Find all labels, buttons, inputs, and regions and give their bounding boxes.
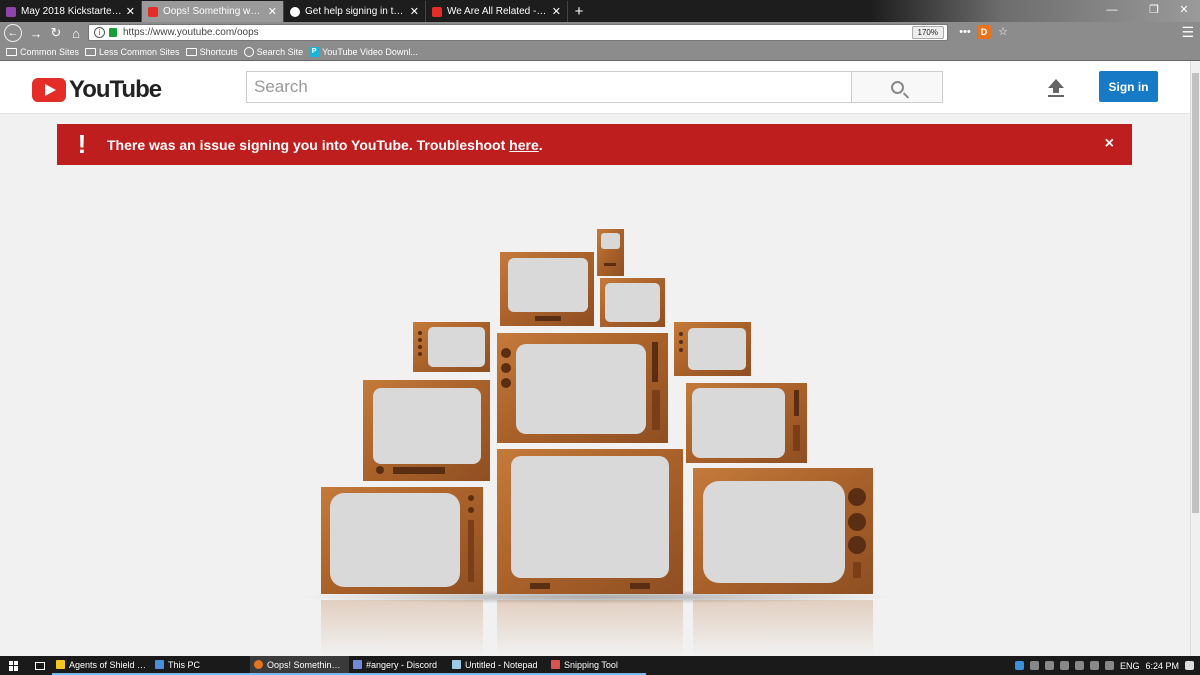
taskbar-item-label: Oops! Something we... <box>267 659 345 670</box>
windows-start-icon[interactable] <box>0 656 28 675</box>
maximize-icon[interactable]: ❐ <box>1140 0 1168 20</box>
firefox-icon <box>254 660 263 669</box>
tv-bottom-center <box>497 449 683 594</box>
tv-small-left <box>413 322 490 372</box>
page-scrollbar[interactable] <box>1190 61 1200 657</box>
taskbar-item-label: Agents of Shield S05 ... <box>69 659 147 670</box>
volume-icon[interactable] <box>1089 661 1099 670</box>
notepad-icon <box>452 660 461 669</box>
taskbar-item-this-pc[interactable]: This PC <box>151 656 250 675</box>
folder-icon <box>56 660 65 669</box>
tv-top-right <box>600 278 665 327</box>
tv-bottom-left <box>321 487 483 594</box>
dropbox-icon[interactable] <box>1014 661 1024 670</box>
hamburger-menu-icon[interactable]: ☰ <box>1181 24 1194 41</box>
taskbar-item-discord[interactable]: #angery - Discord <box>349 656 448 675</box>
battery-icon[interactable] <box>1059 661 1069 670</box>
taskbar-item-snipping-tool[interactable]: Snipping Tool <box>547 656 646 675</box>
scrollbar-thumb[interactable] <box>1192 73 1199 513</box>
taskbar-item-agents-of-shield[interactable]: Agents of Shield S05 ... <box>52 656 151 675</box>
taskbar-item-label: #angery - Discord <box>366 659 438 670</box>
action-center-icon[interactable] <box>1185 661 1194 670</box>
taskbar-item-firefox[interactable]: Oops! Something we... <box>250 656 349 675</box>
taskbar-item-label: Snipping Tool <box>564 659 618 670</box>
tv-center-middle <box>497 333 668 443</box>
scissors-icon <box>551 660 560 669</box>
tv-pile-svg <box>321 229 873 594</box>
wifi-icon[interactable] <box>1074 661 1084 670</box>
gamepad-icon[interactable] <box>1029 661 1039 670</box>
tv-top-left <box>500 252 594 326</box>
tv-top-tiny <box>597 229 624 276</box>
clock[interactable]: 6:24 PM <box>1145 661 1179 671</box>
steam-icon[interactable] <box>1044 661 1054 670</box>
tv-small-right <box>674 322 751 376</box>
discord-icon <box>353 660 362 669</box>
notification-icon[interactable] <box>1104 661 1114 670</box>
minimize-icon[interactable]: — <box>1098 0 1126 20</box>
system-tray: ENG 6:24 PM <box>1014 656 1200 675</box>
close-window-icon[interactable]: ✕ <box>1170 0 1198 20</box>
language-indicator[interactable]: ENG <box>1120 661 1140 671</box>
taskbar-item-label: This PC <box>168 659 201 670</box>
taskbar-item-notepad[interactable]: Untitled - Notepad <box>448 656 547 675</box>
computer-icon <box>155 660 164 669</box>
tv-mid-left <box>363 380 490 481</box>
taskbar-item-label: Untitled - Notepad <box>465 659 538 670</box>
task-view-icon[interactable] <box>28 656 52 675</box>
windows-taskbar: Agents of Shield S05 ... This PC Oops! S… <box>0 656 1200 675</box>
tv-bottom-right <box>693 468 873 594</box>
tv-mid-right <box>686 383 807 463</box>
tv-stack-illustration <box>0 0 1190 656</box>
